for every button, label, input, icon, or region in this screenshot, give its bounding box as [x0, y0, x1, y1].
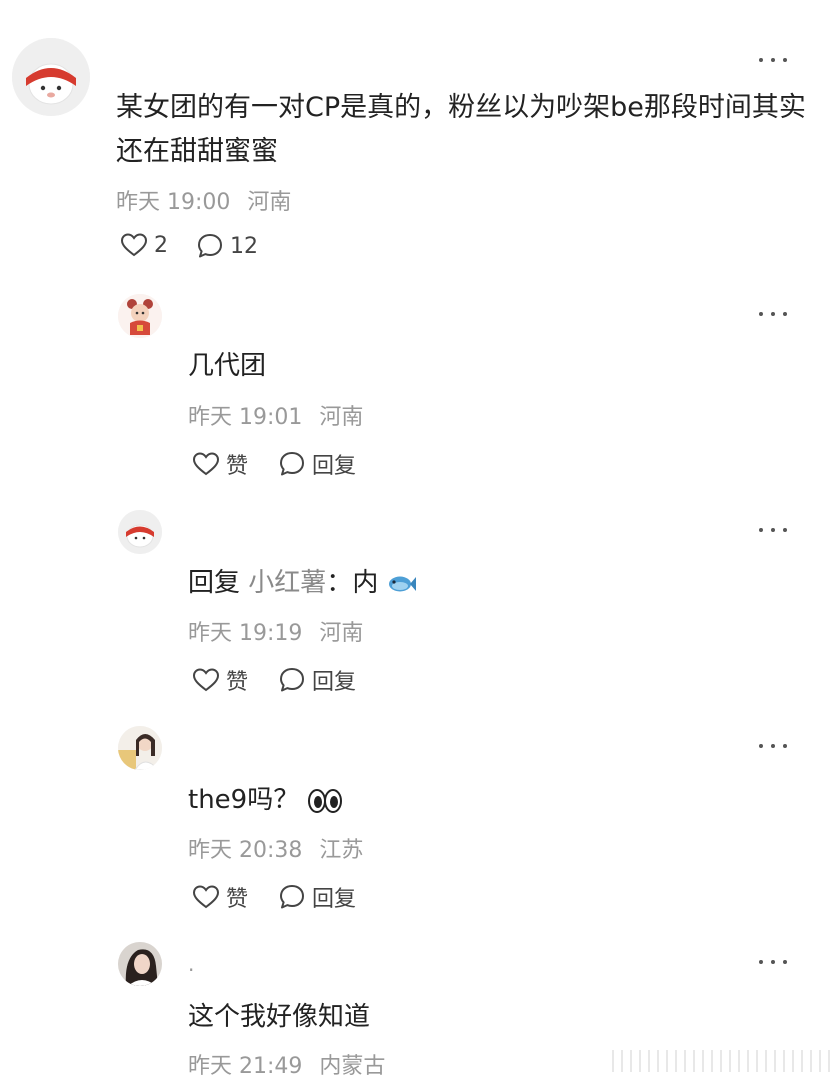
reply-2-like-button[interactable]: 赞 — [192, 664, 248, 696]
post-text: 某女团的有一对CP是真的，粉丝以为吵架be那段时间其实还在甜甜蜜蜜 — [116, 92, 806, 167]
reply-3-like-button[interactable]: 赞 — [192, 881, 248, 913]
reply-1-text: 几代团 — [188, 351, 267, 381]
reply-1-meta: 昨天 19:01 河南 — [188, 399, 363, 431]
comment-bubble-icon — [280, 885, 304, 909]
watermark-bar — [612, 1050, 836, 1072]
reply-1-like-label: 赞 — [226, 454, 249, 479]
fish-emoji-icon — [388, 576, 416, 591]
reply-4-avatar[interactable] — [118, 942, 162, 986]
reply-4-text: 这个我好像知道 — [188, 1002, 371, 1032]
more-dot — [759, 744, 763, 748]
heart-outline-icon — [192, 885, 220, 909]
comment-bubble-icon — [280, 452, 304, 476]
more-dot — [783, 960, 787, 964]
reply-2-meta: 昨天 19:19 河南 — [188, 615, 363, 647]
post-more-button[interactable] — [755, 50, 791, 70]
more-dot — [783, 312, 787, 316]
more-dot — [759, 58, 763, 62]
reply-3-like-label: 赞 — [226, 887, 249, 912]
post-location: 河南 — [247, 190, 292, 215]
reply-2-location: 河南 — [319, 621, 364, 646]
reply-2-text: 回复 小红薯：内 — [188, 562, 417, 599]
reply-2-avatar[interactable] — [118, 510, 162, 554]
reply-3-location: 江苏 — [319, 838, 364, 863]
post-like-count: 2 — [154, 232, 168, 258]
reply-3-reply-button[interactable]: 回复 — [278, 881, 356, 913]
heart-outline-icon — [120, 233, 148, 257]
eyes-emoji-icon — [308, 788, 343, 813]
more-dot — [771, 960, 775, 964]
reply-1-more-button[interactable] — [755, 304, 791, 324]
reply-4-time: 昨天 21:49 — [188, 1054, 303, 1079]
comment-bubble-icon — [198, 234, 222, 258]
more-dot — [771, 312, 775, 316]
more-dot — [759, 960, 763, 964]
reply-3-reply-label: 回复 — [312, 887, 357, 912]
reply-4-username[interactable]: . — [188, 952, 194, 976]
reply-2-more-button[interactable] — [755, 520, 791, 540]
reply-4-meta: 昨天 21:49 内蒙古 — [188, 1048, 385, 1080]
reply-2-time: 昨天 19:19 — [188, 621, 303, 646]
reply-3-text: the9吗？ — [188, 779, 343, 816]
more-dot — [771, 528, 775, 532]
more-dot — [783, 58, 787, 62]
reply-4-more-button[interactable] — [755, 952, 791, 972]
reply-2-body: 内 — [352, 568, 379, 598]
reply-1-location: 河南 — [319, 405, 364, 430]
reply-3-meta: 昨天 20:38 江苏 — [188, 832, 363, 864]
post-comment-count: 12 — [230, 233, 258, 259]
reply-3-body: the9吗？ — [188, 785, 300, 815]
post-author-avatar[interactable] — [12, 38, 90, 116]
post-like-button[interactable]: 2 — [120, 232, 168, 258]
reply-1-reply-label: 回复 — [312, 454, 357, 479]
reply-3-time: 昨天 20:38 — [188, 838, 303, 863]
more-dot — [771, 744, 775, 748]
reply-1-like-button[interactable]: 赞 — [192, 448, 248, 480]
post-comment-button[interactable]: 12 — [196, 232, 258, 260]
reply-2-prefix: 回复 — [188, 568, 241, 598]
reply-3-more-button[interactable] — [755, 736, 791, 756]
heart-outline-icon — [192, 668, 220, 692]
reply-3-avatar[interactable] — [118, 726, 162, 770]
reply-2-like-label: 赞 — [226, 670, 249, 695]
reply-1-reply-button[interactable]: 回复 — [278, 448, 356, 480]
reply-2-reply-to-user[interactable]: 小红薯 — [248, 568, 326, 598]
more-dot — [759, 312, 763, 316]
more-dot — [783, 528, 787, 532]
post-time: 昨天 19:00 — [116, 190, 231, 215]
comment-bubble-icon — [280, 668, 304, 692]
more-dot — [759, 528, 763, 532]
reply-1-time: 昨天 19:01 — [188, 405, 303, 430]
more-dot — [771, 58, 775, 62]
reply-4-location: 内蒙古 — [319, 1054, 386, 1079]
reply-2-reply-label: 回复 — [312, 670, 357, 695]
heart-outline-icon — [192, 452, 220, 476]
post-meta: 昨天 19:00 河南 — [116, 184, 291, 216]
reply-2-reply-button[interactable]: 回复 — [278, 664, 356, 696]
reply-2-separator: ： — [326, 568, 353, 598]
reply-1-avatar[interactable] — [118, 294, 162, 338]
more-dot — [783, 744, 787, 748]
